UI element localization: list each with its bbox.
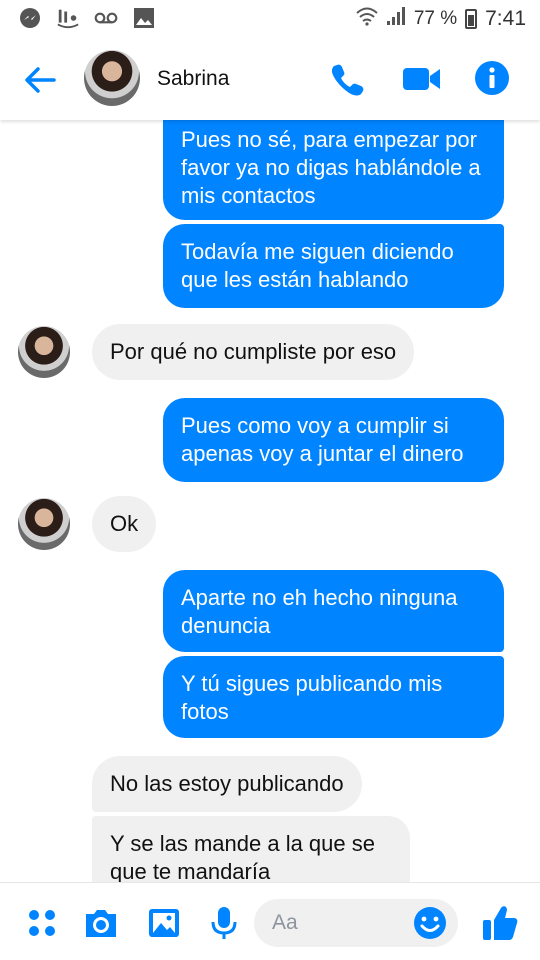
message-bubble-outgoing[interactable]: Pues no sé, para empezar por favor ya no… (163, 120, 504, 220)
message-bubble-incoming[interactable]: Ok (92, 496, 157, 552)
battery-icon (465, 9, 478, 29)
message-bubble-outgoing[interactable]: Y tú sigues publicando mis fotos (163, 656, 504, 738)
thumbs-up-icon[interactable] (480, 903, 518, 940)
message-bubble-incoming[interactable]: Por qué no cumpliste por eso (92, 324, 415, 380)
message-input[interactable]: Aa (254, 899, 458, 947)
info-icon[interactable] (474, 60, 510, 96)
messenger-icon (18, 6, 42, 30)
avatar[interactable] (84, 50, 140, 106)
message-bubble-incoming[interactable]: Y se las mande a la que se que te mandar… (92, 816, 410, 882)
wifi-icon (356, 6, 378, 32)
gallery-icon (132, 6, 156, 30)
video-icon[interactable] (402, 64, 442, 94)
signal-icon (386, 6, 406, 32)
emoji-icon[interactable] (412, 905, 448, 941)
back-arrow-icon[interactable] (20, 60, 60, 100)
composer-bar: Aa (0, 882, 540, 960)
avatar[interactable] (18, 498, 70, 550)
image-icon[interactable] (146, 905, 182, 941)
avatar[interactable] (18, 326, 70, 378)
message-input-placeholder: Aa (272, 911, 298, 934)
message-bubble-outgoing[interactable]: Pues como voy a cumplir si apenas voy a … (163, 398, 504, 482)
contact-name[interactable]: Sabrina (157, 67, 229, 91)
phone-icon[interactable] (330, 62, 364, 96)
notification-icon (56, 6, 80, 30)
conversation-header: Sabrina (0, 38, 540, 120)
battery-percent: 77 % (413, 8, 458, 29)
message-bubble-outgoing[interactable]: Aparte no eh hecho ninguna denuncia (163, 570, 504, 652)
voicemail-icon (94, 6, 118, 30)
message-list[interactable]: Pues no sé, para empezar por favor ya no… (0, 120, 540, 882)
apps-icon[interactable] (24, 905, 60, 941)
status-bar: 77 % 7:41 (0, 0, 540, 38)
message-bubble-incoming[interactable]: No las estoy publicando (92, 756, 362, 812)
message-bubble-outgoing[interactable]: Todavía me siguen diciendo que les están… (163, 224, 504, 308)
clock: 7:41 (485, 7, 526, 30)
microphone-icon[interactable] (206, 905, 242, 941)
camera-icon[interactable] (82, 905, 118, 941)
